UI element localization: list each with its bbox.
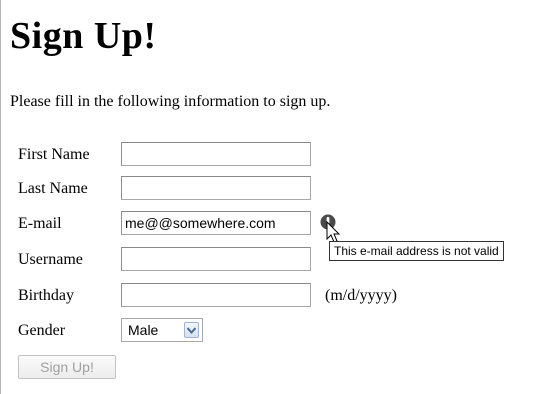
email-label: E-mail: [18, 215, 62, 232]
dropdown-button[interactable]: [184, 322, 199, 338]
gender-select[interactable]: Male: [121, 318, 203, 342]
intro-text: Please fill in the following information…: [10, 93, 331, 110]
sign-up-button[interactable]: Sign Up!: [18, 355, 116, 379]
username-label: Username: [18, 251, 83, 268]
page-title: Sign Up!: [10, 15, 157, 57]
chevron-down-icon: [187, 327, 196, 334]
birthday-label: Birthday: [18, 287, 74, 304]
birthday-field[interactable]: [121, 283, 311, 307]
email-field[interactable]: me@@somewhere.com: [121, 211, 311, 235]
last-name-label: Last Name: [18, 180, 88, 197]
first-name-label: First Name: [18, 146, 90, 163]
gender-label: Gender: [18, 322, 66, 339]
birthday-format-hint: (m/d/yyyy): [325, 287, 397, 304]
window-left-border: [0, 0, 1, 394]
gender-selected-value: Male: [128, 322, 159, 338]
first-name-field[interactable]: [121, 142, 311, 166]
last-name-field[interactable]: [121, 176, 311, 200]
email-error-tooltip: This e-mail address is not valid: [329, 241, 504, 261]
username-field[interactable]: [121, 247, 311, 271]
